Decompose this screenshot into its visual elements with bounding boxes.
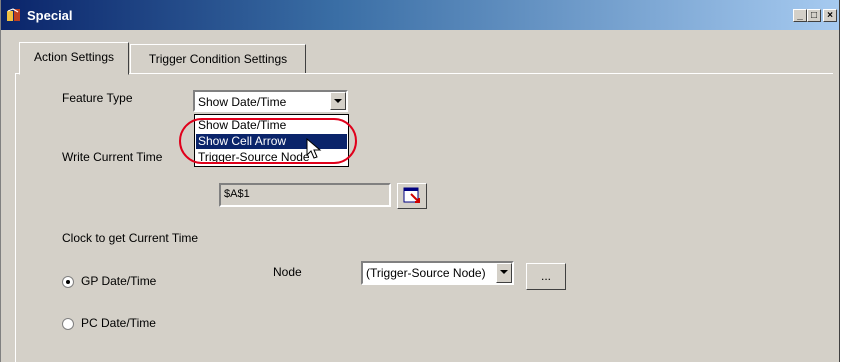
mouse-pointer-icon (306, 138, 322, 159)
title-bar[interactable]: Special _ □ × (1, 0, 839, 30)
cell-address-value: $A$1 (224, 188, 250, 200)
node-label: Node (273, 265, 302, 279)
pc-date-time-label[interactable]: PC Date/Time (81, 316, 156, 330)
chevron-down-icon[interactable] (330, 92, 346, 110)
pc-date-time-radio[interactable] (62, 318, 74, 330)
browse-button[interactable]: ... (526, 263, 566, 290)
write-current-time-label: Write Current Time (62, 150, 163, 164)
highlight-annotation (179, 118, 357, 164)
gp-date-time-label[interactable]: GP Date/Time (81, 274, 156, 288)
special-dialog: Special _ □ × Action Settings Trigger Co… (0, 0, 840, 362)
window-title: Special (27, 8, 73, 23)
tools-icon (6, 8, 22, 23)
clock-source-label: Clock to get Current Time (62, 231, 199, 245)
node-select-value: (Trigger-Source Node) (366, 266, 486, 280)
cell-picker-button[interactable] (397, 183, 427, 209)
cell-address-field[interactable]: $A$1 (219, 183, 391, 207)
cell-select-icon (403, 187, 420, 203)
feature-type-label: Feature Type (62, 91, 133, 105)
feature-type-value: Show Date/Time (198, 95, 287, 109)
feature-type-select[interactable]: Show Date/Time (193, 90, 348, 112)
tab-action-settings[interactable]: Action Settings (19, 42, 129, 75)
chevron-down-icon[interactable] (496, 263, 512, 283)
node-select[interactable]: (Trigger-Source Node) (361, 261, 514, 285)
tab-trigger-condition-settings[interactable]: Trigger Condition Settings (130, 44, 306, 74)
minimize-icon[interactable]: _ (793, 9, 807, 22)
close-icon[interactable]: × (823, 9, 837, 22)
gp-date-time-radio[interactable] (62, 276, 74, 288)
maximize-icon[interactable]: □ (807, 9, 821, 22)
